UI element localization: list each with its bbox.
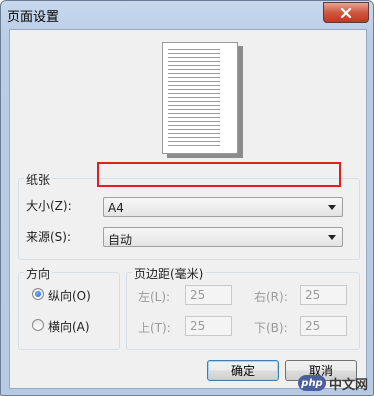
top-margin-field[interactable] (185, 316, 232, 336)
paper-source-value: 自动 (108, 233, 133, 247)
ok-button[interactable]: 确定 (207, 360, 279, 381)
bottom-margin-field[interactable] (300, 316, 347, 336)
portrait-radio[interactable] (32, 288, 44, 300)
dialog-body: 纸张 大小(Z): A4 来源(S): 自动 方向 纵向(O) 横向(A) 页边… (9, 29, 367, 389)
window-title: 页面设置 (7, 10, 60, 25)
left-margin-label: 左(L): (138, 290, 171, 304)
chevron-down-icon (328, 205, 336, 210)
radio-selected-dot (35, 291, 41, 297)
paper-source-select[interactable]: 自动 (103, 227, 343, 247)
landscape-radio-label[interactable]: 横向(A) (48, 318, 90, 335)
php-logo: php (298, 375, 326, 391)
bottom-margin-label: 下(B): (254, 321, 288, 335)
orientation-group (18, 272, 120, 350)
page-setup-dialog: 页面设置 纸张 大小(Z): A4 来源(S): 自动 方向 纵向(O) 横向(… (0, 0, 374, 396)
left-margin-field[interactable] (185, 285, 232, 305)
top-margin-label: 上(T): (138, 321, 171, 335)
portrait-radio-label[interactable]: 纵向(O) (48, 287, 91, 304)
paper-size-value: A4 (108, 201, 124, 215)
orientation-group-label: 方向 (24, 265, 53, 282)
right-margin-label: 右(R): (254, 290, 288, 304)
paper-source-label: 来源(S): (26, 230, 72, 244)
paper-group (18, 178, 360, 260)
site-watermark: php 中文网 (298, 372, 372, 394)
title-bar[interactable]: 页面设置 (1, 1, 373, 28)
right-margin-field[interactable] (300, 285, 347, 305)
chevron-down-icon (328, 235, 336, 240)
landscape-radio[interactable] (32, 319, 44, 331)
watermark-text: 中文网 (329, 377, 369, 393)
paper-size-select[interactable]: A4 (103, 197, 343, 217)
page-preview (162, 42, 238, 154)
paper-size-label: 大小(Z): (26, 199, 72, 213)
margins-group-label: 页边距(毫米) (132, 265, 206, 282)
page-preview-text-lines (168, 48, 220, 148)
close-icon (340, 7, 352, 18)
paper-size-highlight (97, 162, 341, 187)
close-button[interactable] (323, 2, 369, 23)
paper-group-label: 纸张 (24, 171, 53, 188)
margins-group (126, 272, 360, 350)
